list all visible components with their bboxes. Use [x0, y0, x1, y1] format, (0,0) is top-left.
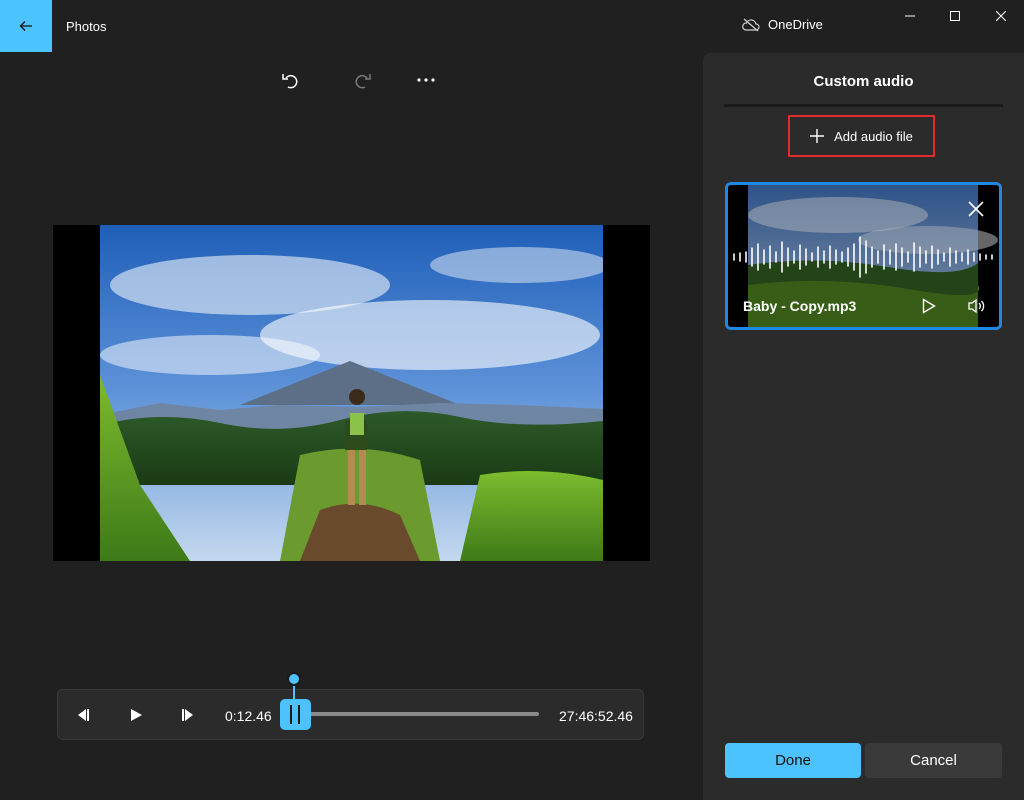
- step-forward-icon: [182, 709, 193, 721]
- remove-audio-button[interactable]: [966, 199, 986, 219]
- audio-file-name: Baby - Copy.mp3: [743, 298, 857, 314]
- preview-audio-button[interactable]: [918, 295, 940, 317]
- play-button[interactable]: [125, 704, 147, 726]
- maximize-button[interactable]: [932, 4, 978, 28]
- audio-item[interactable]: Baby - Copy.mp3: [725, 182, 1002, 330]
- total-time: 27:46:52.46: [559, 708, 633, 724]
- add-audio-file-button[interactable]: Add audio file: [788, 115, 935, 157]
- playhead-line: [293, 684, 295, 702]
- minimize-icon: [905, 15, 915, 17]
- step-back-icon: [78, 709, 89, 721]
- play-icon: [922, 298, 936, 314]
- minimize-button[interactable]: [887, 4, 933, 28]
- previous-frame-button[interactable]: [71, 704, 93, 726]
- redo-button[interactable]: [347, 66, 379, 94]
- panel-divider: [724, 104, 1003, 107]
- maximize-icon: [950, 11, 960, 21]
- panel-title: Custom audio: [813, 73, 914, 90]
- plus-icon: [810, 129, 825, 143]
- close-icon: [968, 201, 984, 217]
- more-options-button[interactable]: [410, 66, 442, 94]
- waveform-graphic: [733, 236, 993, 278]
- close-window-button[interactable]: [978, 4, 1024, 28]
- undo-button[interactable]: [274, 66, 306, 94]
- volume-icon: [968, 298, 985, 314]
- cancel-button[interactable]: Cancel: [865, 743, 1002, 778]
- onedrive-label: OneDrive: [768, 17, 823, 32]
- trim-handle[interactable]: [280, 699, 311, 730]
- more-icon: [417, 78, 435, 82]
- done-button[interactable]: Done: [725, 743, 861, 778]
- arrow-left-icon: [19, 21, 32, 31]
- close-icon: [996, 11, 1006, 21]
- current-time: 0:12.46: [225, 708, 272, 724]
- add-audio-label: Add audio file: [834, 128, 913, 144]
- title-bar: Photos OneDrive: [0, 0, 1024, 52]
- playhead-handle[interactable]: [287, 672, 301, 686]
- scrub-track[interactable]: [296, 712, 539, 716]
- landscape-photo: [100, 225, 603, 561]
- undo-icon: [282, 74, 298, 89]
- back-button[interactable]: [0, 0, 52, 52]
- custom-audio-panel: Custom audio Add audio file Baby - Copy.…: [703, 53, 1024, 800]
- onedrive-status[interactable]: OneDrive: [742, 17, 823, 32]
- volume-button[interactable]: [966, 295, 988, 317]
- cloud-off-icon: [742, 18, 760, 31]
- play-icon: [131, 709, 142, 721]
- next-frame-button[interactable]: [178, 704, 200, 726]
- redo-icon: [355, 74, 371, 89]
- video-preview: [53, 225, 650, 561]
- app-title: Photos: [66, 19, 107, 34]
